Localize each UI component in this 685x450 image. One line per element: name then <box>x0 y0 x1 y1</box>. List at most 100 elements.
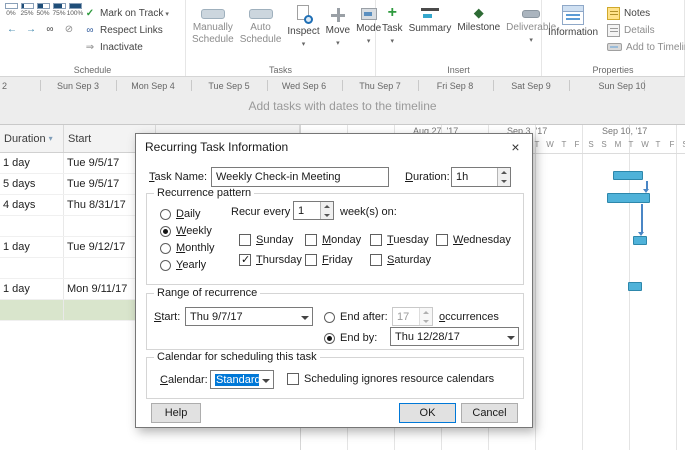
spin-down-icon[interactable] <box>321 210 333 219</box>
notes-button[interactable]: Notes <box>607 6 685 20</box>
gantt-bar[interactable] <box>633 236 647 245</box>
cancel-label: Cancel <box>472 407 507 419</box>
scheduling-ignores-label: Scheduling ignores resource calendars <box>304 373 495 385</box>
inspect-label: Inspect <box>287 26 320 37</box>
duration-cell[interactable] <box>0 300 64 320</box>
radio-dot-icon <box>160 259 171 271</box>
outdent-task-button[interactable]: ← <box>4 22 20 37</box>
insert-summary-button[interactable]: Summary <box>407 3 454 37</box>
spin-up-icon[interactable] <box>498 168 510 177</box>
ribbon-group-insert: + Task Summary ◆ Milestone Deliverable <box>376 0 556 76</box>
filter-caret-icon[interactable]: ▾ <box>49 134 53 143</box>
inactivate-button[interactable]: ⇒ Inactivate <box>84 39 169 55</box>
radio-dot-icon <box>160 208 171 220</box>
duration-stepper[interactable]: 1h <box>451 167 511 187</box>
indent-task-button[interactable]: → <box>23 22 39 37</box>
duration-cell[interactable] <box>0 258 64 278</box>
radio-monthly[interactable]: Monthly <box>160 242 215 254</box>
spin-down-icon[interactable] <box>498 177 510 186</box>
timeline-pane[interactable]: 2 Sun Sep 3 Mon Sep 4 Tue Sep 5 Wed Sep … <box>0 77 685 125</box>
checkbox-scheduling-ignores[interactable]: Scheduling ignores resource calendars <box>287 373 494 385</box>
dropdown-arrow-icon[interactable] <box>298 308 312 325</box>
gantt-bar[interactable] <box>628 282 642 291</box>
occurrences-stepper[interactable]: 17 <box>392 307 433 326</box>
help-button[interactable]: Help <box>151 403 201 423</box>
duration-cell[interactable]: 1 day <box>0 153 64 173</box>
radio-end-after[interactable]: End after: <box>324 311 388 323</box>
recur-every-stepper[interactable]: 1 <box>293 201 334 220</box>
inspect-dropdown-caret-icon <box>302 38 306 50</box>
checkbox-thursday[interactable]: Thursday <box>239 253 302 266</box>
calendar-combobox[interactable]: Standard <box>210 370 274 389</box>
radio-weekly[interactable]: Weekly <box>160 225 212 237</box>
percent-0-icon <box>4 3 18 9</box>
duration-cell[interactable]: 4 days <box>0 195 64 215</box>
column-header-duration[interactable]: Duration ▾ <box>0 125 64 152</box>
details-label: Details <box>624 24 655 36</box>
insert-task-button[interactable]: + Task <box>380 3 405 48</box>
day-letter: S <box>588 140 594 149</box>
close-button[interactable]: × <box>499 134 532 159</box>
start-date-combobox[interactable]: Thu 9/7/17 <box>185 307 313 326</box>
mode-icon <box>360 8 377 20</box>
checkbox-friday[interactable]: Friday <box>305 254 353 266</box>
task-name-input[interactable]: Weekly Check-in Meeting <box>211 167 389 187</box>
checkbox-sunday[interactable]: Sunday <box>239 234 293 246</box>
ribbon: 0% 25% 50% 75% 100% ← → ∞ ⊘ ✓ Mark on Tr… <box>0 0 685 77</box>
checkbox-saturday[interactable]: Saturday <box>370 254 431 266</box>
duration-cell[interactable] <box>0 216 64 236</box>
manually-schedule-button[interactable]: Manually Schedule <box>190 3 236 47</box>
percent-25-button[interactable]: 25% <box>20 3 34 17</box>
checkbox-monday[interactable]: Monday <box>305 234 361 246</box>
recur-every-value: 1 <box>298 204 305 217</box>
radio-daily[interactable]: Daily <box>160 208 200 220</box>
percent-0-button[interactable]: 0% <box>4 3 18 17</box>
saturday-label: Saturday <box>387 254 432 266</box>
start-label: Start: <box>154 311 181 323</box>
insert-milestone-button[interactable]: ◆ Milestone <box>455 3 502 36</box>
insert-task-label: Task <box>382 23 403 34</box>
radio-yearly[interactable]: Yearly <box>160 259 206 271</box>
end-by-date-combobox[interactable]: Thu 12/28/17 <box>390 327 519 346</box>
respect-links-button[interactable]: ∞ Respect Links <box>84 22 169 38</box>
gantt-bar[interactable] <box>607 193 650 203</box>
duration-cell[interactable]: 5 days <box>0 174 64 194</box>
dialog-title: Recurring Task Information <box>145 140 289 154</box>
move-button[interactable]: Move <box>324 3 352 50</box>
mark-on-track-button[interactable]: ✓ Mark on Track <box>84 5 169 21</box>
checkbox-tuesday[interactable]: Tuesday <box>370 234 429 246</box>
respect-links-label: Respect Links <box>100 24 163 36</box>
timeline-date-fragment: 2 <box>2 81 8 91</box>
deliverable-dropdown-caret-icon <box>529 34 533 46</box>
percent-100-button[interactable]: 100% <box>66 3 84 17</box>
weekly-label: Weekly <box>176 225 212 237</box>
cancel-button[interactable]: Cancel <box>461 403 518 423</box>
percent-75-button[interactable]: 75% <box>52 3 66 17</box>
unlink-tasks-button[interactable]: ⊘ <box>61 22 77 37</box>
duration-cell[interactable]: 1 day <box>0 279 64 299</box>
spin-up-icon[interactable] <box>420 308 432 317</box>
dropdown-arrow-icon[interactable] <box>259 371 273 388</box>
information-button[interactable]: Information <box>546 3 600 41</box>
ok-button[interactable]: OK <box>399 403 456 423</box>
percent-50-button[interactable]: 50% <box>36 3 50 17</box>
duration-cell[interactable]: 1 day <box>0 237 64 257</box>
auto-schedule-button[interactable]: Auto Schedule <box>238 3 284 47</box>
dropdown-arrow-icon[interactable] <box>504 328 518 345</box>
checkbox-wednesday[interactable]: Wednesday <box>436 234 511 246</box>
ok-label: OK <box>419 407 436 419</box>
spin-down-icon[interactable] <box>420 316 432 325</box>
link-tasks-button[interactable]: ∞ <box>42 22 58 37</box>
spin-up-icon[interactable] <box>321 202 333 211</box>
move-dropdown-caret-icon <box>336 37 340 49</box>
details-button[interactable]: Details <box>607 23 685 37</box>
inspect-button[interactable]: Inspect <box>285 3 321 51</box>
range-of-recurrence-label: Range of recurrence <box>154 287 261 299</box>
ribbon-group-properties: Information Notes Details Add to Timelin… <box>542 0 685 76</box>
radio-dot-icon <box>324 332 335 344</box>
gantt-bar[interactable] <box>613 171 643 180</box>
add-to-timeline-button[interactable]: Add to Timeline <box>607 40 685 54</box>
ms-project-window: 0% 25% 50% 75% 100% ← → ∞ ⊘ ✓ Mark on Tr… <box>0 0 685 450</box>
radio-end-by[interactable]: End by: <box>324 332 377 344</box>
percent-100-label: 100% <box>66 10 84 17</box>
